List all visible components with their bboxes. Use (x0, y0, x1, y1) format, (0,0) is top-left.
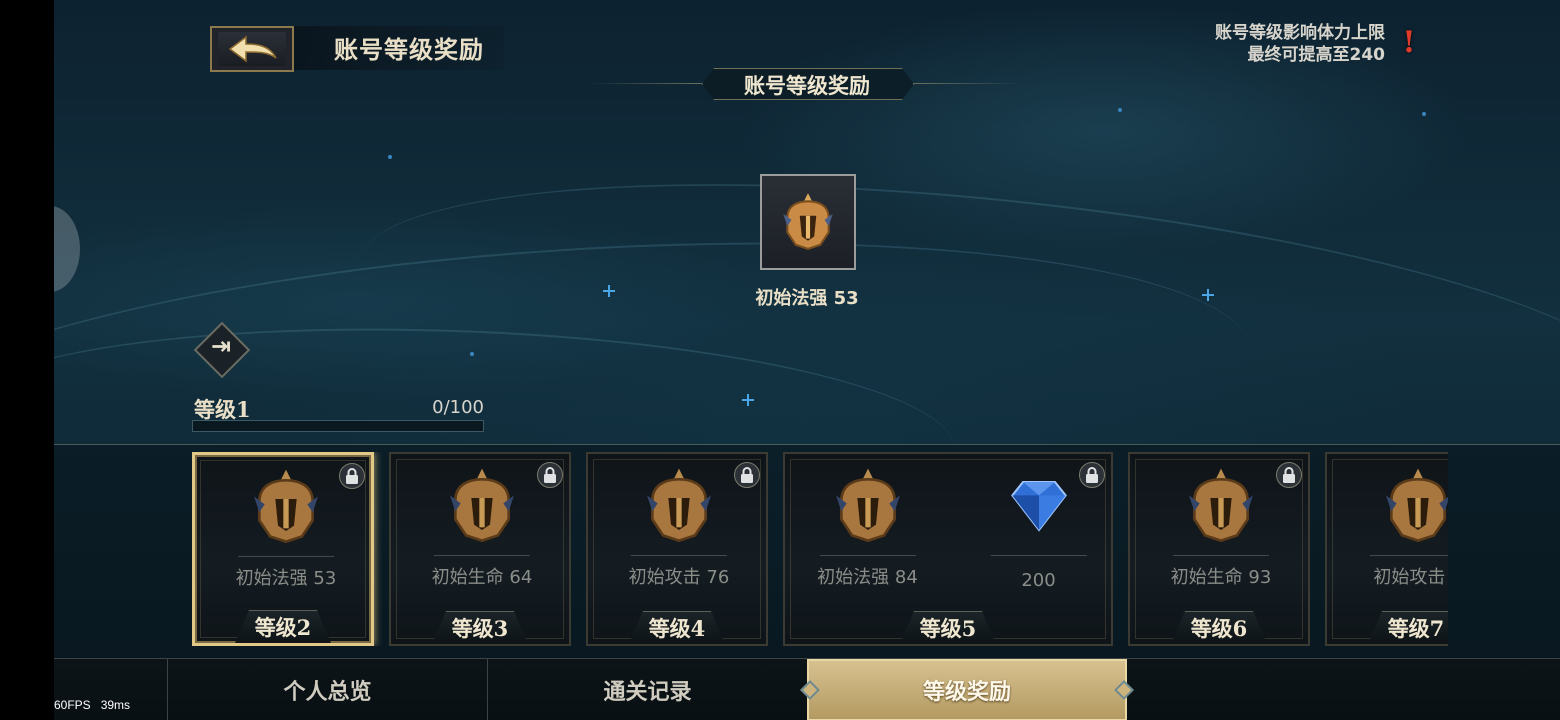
reward-item-name: 初始生命 93 (1170, 567, 1272, 588)
reward-item: 初始攻击 1 (1356, 466, 1448, 592)
reward-level-tag: 等级4 (629, 611, 725, 644)
level-progress-bar (192, 420, 484, 432)
reward-item: 初始法强 84 (806, 466, 930, 592)
reward-item-name: 初始法强 53 (235, 568, 337, 589)
helmet-icon (783, 193, 833, 250)
item-divider (1173, 555, 1269, 556)
reward-item-name: 初始攻击 1 (1373, 567, 1448, 588)
featured-reward-label: 初始法强 53 (755, 288, 859, 309)
reward-item-name: 200 (1021, 570, 1056, 591)
helmet-icon (246, 467, 326, 547)
item-divider (1370, 555, 1448, 556)
banner-line-right (912, 83, 1024, 84)
reward-card-level-2[interactable]: 初始法强 53 等级2 (192, 452, 374, 646)
rewards-list[interactable]: 初始法强 53 等级2 初始生命 64 等级3 初始攻击 76 等级4 初始法强 84 200… (192, 452, 1448, 646)
sparkle (742, 394, 754, 406)
sparkle (1118, 108, 1122, 112)
stamina-info-line1: 账号等级影响体力上限 (1215, 23, 1385, 43)
stamina-info: 账号等级影响体力上限 最终可提高至240 (1215, 22, 1385, 66)
floating-button-edge[interactable] (54, 206, 80, 292)
bottom-tab-bar: 个人总览 通关记录 等级奖励 (54, 658, 1560, 720)
reward-level-tag: 等级5 (900, 611, 996, 644)
reward-card-level-4[interactable]: 初始攻击 76 等级4 (586, 452, 768, 646)
back-arrow-icon (218, 32, 286, 66)
sparkle (603, 285, 615, 297)
game-screen: 账号等级奖励 账号等级影响体力上限 最终可提高至240 ! 账号等级奖励 初始法… (54, 0, 1560, 720)
reward-card-level-7[interactable]: 初始攻击 1 等级7 (1325, 452, 1448, 646)
tab-level-rewards[interactable]: 等级奖励 (807, 659, 1127, 720)
page-title: 账号等级奖励 (334, 35, 484, 64)
sparkle (470, 352, 474, 356)
item-divider (819, 555, 916, 556)
diamond-icon (999, 466, 1079, 546)
sparkle (388, 155, 392, 159)
reward-item: 初始生命 64 (420, 466, 544, 592)
reward-level-label: 等级5 (919, 616, 977, 641)
item-divider (434, 555, 530, 556)
reward-item: 初始生命 93 (1159, 466, 1283, 592)
reward-level-label: 等级7 (1387, 616, 1445, 641)
skip-end-icon: ⇥ (210, 332, 232, 360)
latency-value: 39ms (100, 698, 131, 712)
reward-level-tag: 等级6 (1171, 611, 1267, 644)
reward-item-name: 初始攻击 76 (628, 567, 730, 588)
reward-level-tag: 等级2 (235, 610, 331, 643)
fps-value: 60FPS (54, 698, 91, 712)
reward-card-level-3[interactable]: 初始生命 64 等级3 (389, 452, 571, 646)
level-progress-text: 0/100 (432, 397, 484, 418)
reward-item: 200 (977, 466, 1101, 592)
banner-line-left (590, 83, 702, 84)
reward-level-label: 等级4 (648, 616, 706, 641)
sparkle (1422, 112, 1426, 116)
section-title: 账号等级奖励 (744, 73, 870, 98)
reward-level-label: 等级2 (254, 615, 312, 640)
reward-item-name: 初始法强 84 (817, 567, 918, 588)
fps-overlay: 60FPS 39ms (54, 698, 130, 712)
item-divider (990, 555, 1087, 556)
reward-level-label: 等级6 (1190, 616, 1248, 641)
reward-item-name: 初始生命 64 (431, 567, 533, 588)
featured-reward-card[interactable] (760, 174, 856, 270)
reward-item: 初始法强 53 (224, 467, 348, 593)
reward-level-tag: 等级7 (1368, 611, 1448, 644)
helmet-icon (442, 466, 522, 546)
sparkle (1202, 289, 1214, 301)
helmet-icon (1378, 466, 1448, 546)
stamina-info-line2: 最终可提高至240 (1247, 45, 1386, 65)
helmet-icon (1181, 466, 1261, 546)
helmet-icon (639, 466, 719, 546)
section-title-banner: 账号等级奖励 (590, 68, 1024, 100)
helmet-icon (828, 466, 908, 546)
reward-level-tag: 等级3 (432, 611, 528, 644)
back-button[interactable] (210, 26, 294, 72)
tab-clear-records[interactable]: 通关记录 (488, 659, 807, 720)
reward-level-label: 等级3 (451, 616, 509, 641)
item-divider (631, 555, 727, 556)
reward-card-level-5[interactable]: 初始法强 84 200 等级5 (783, 452, 1113, 646)
tab-overview[interactable]: 个人总览 (168, 659, 487, 720)
reward-item: 初始攻击 76 (617, 466, 741, 592)
skip-to-end-button[interactable]: ⇥ (193, 321, 251, 379)
item-divider (238, 556, 334, 557)
exclamation-icon[interactable]: ! (1399, 26, 1419, 60)
reward-card-level-6[interactable]: 初始生命 93 等级6 (1128, 452, 1310, 646)
